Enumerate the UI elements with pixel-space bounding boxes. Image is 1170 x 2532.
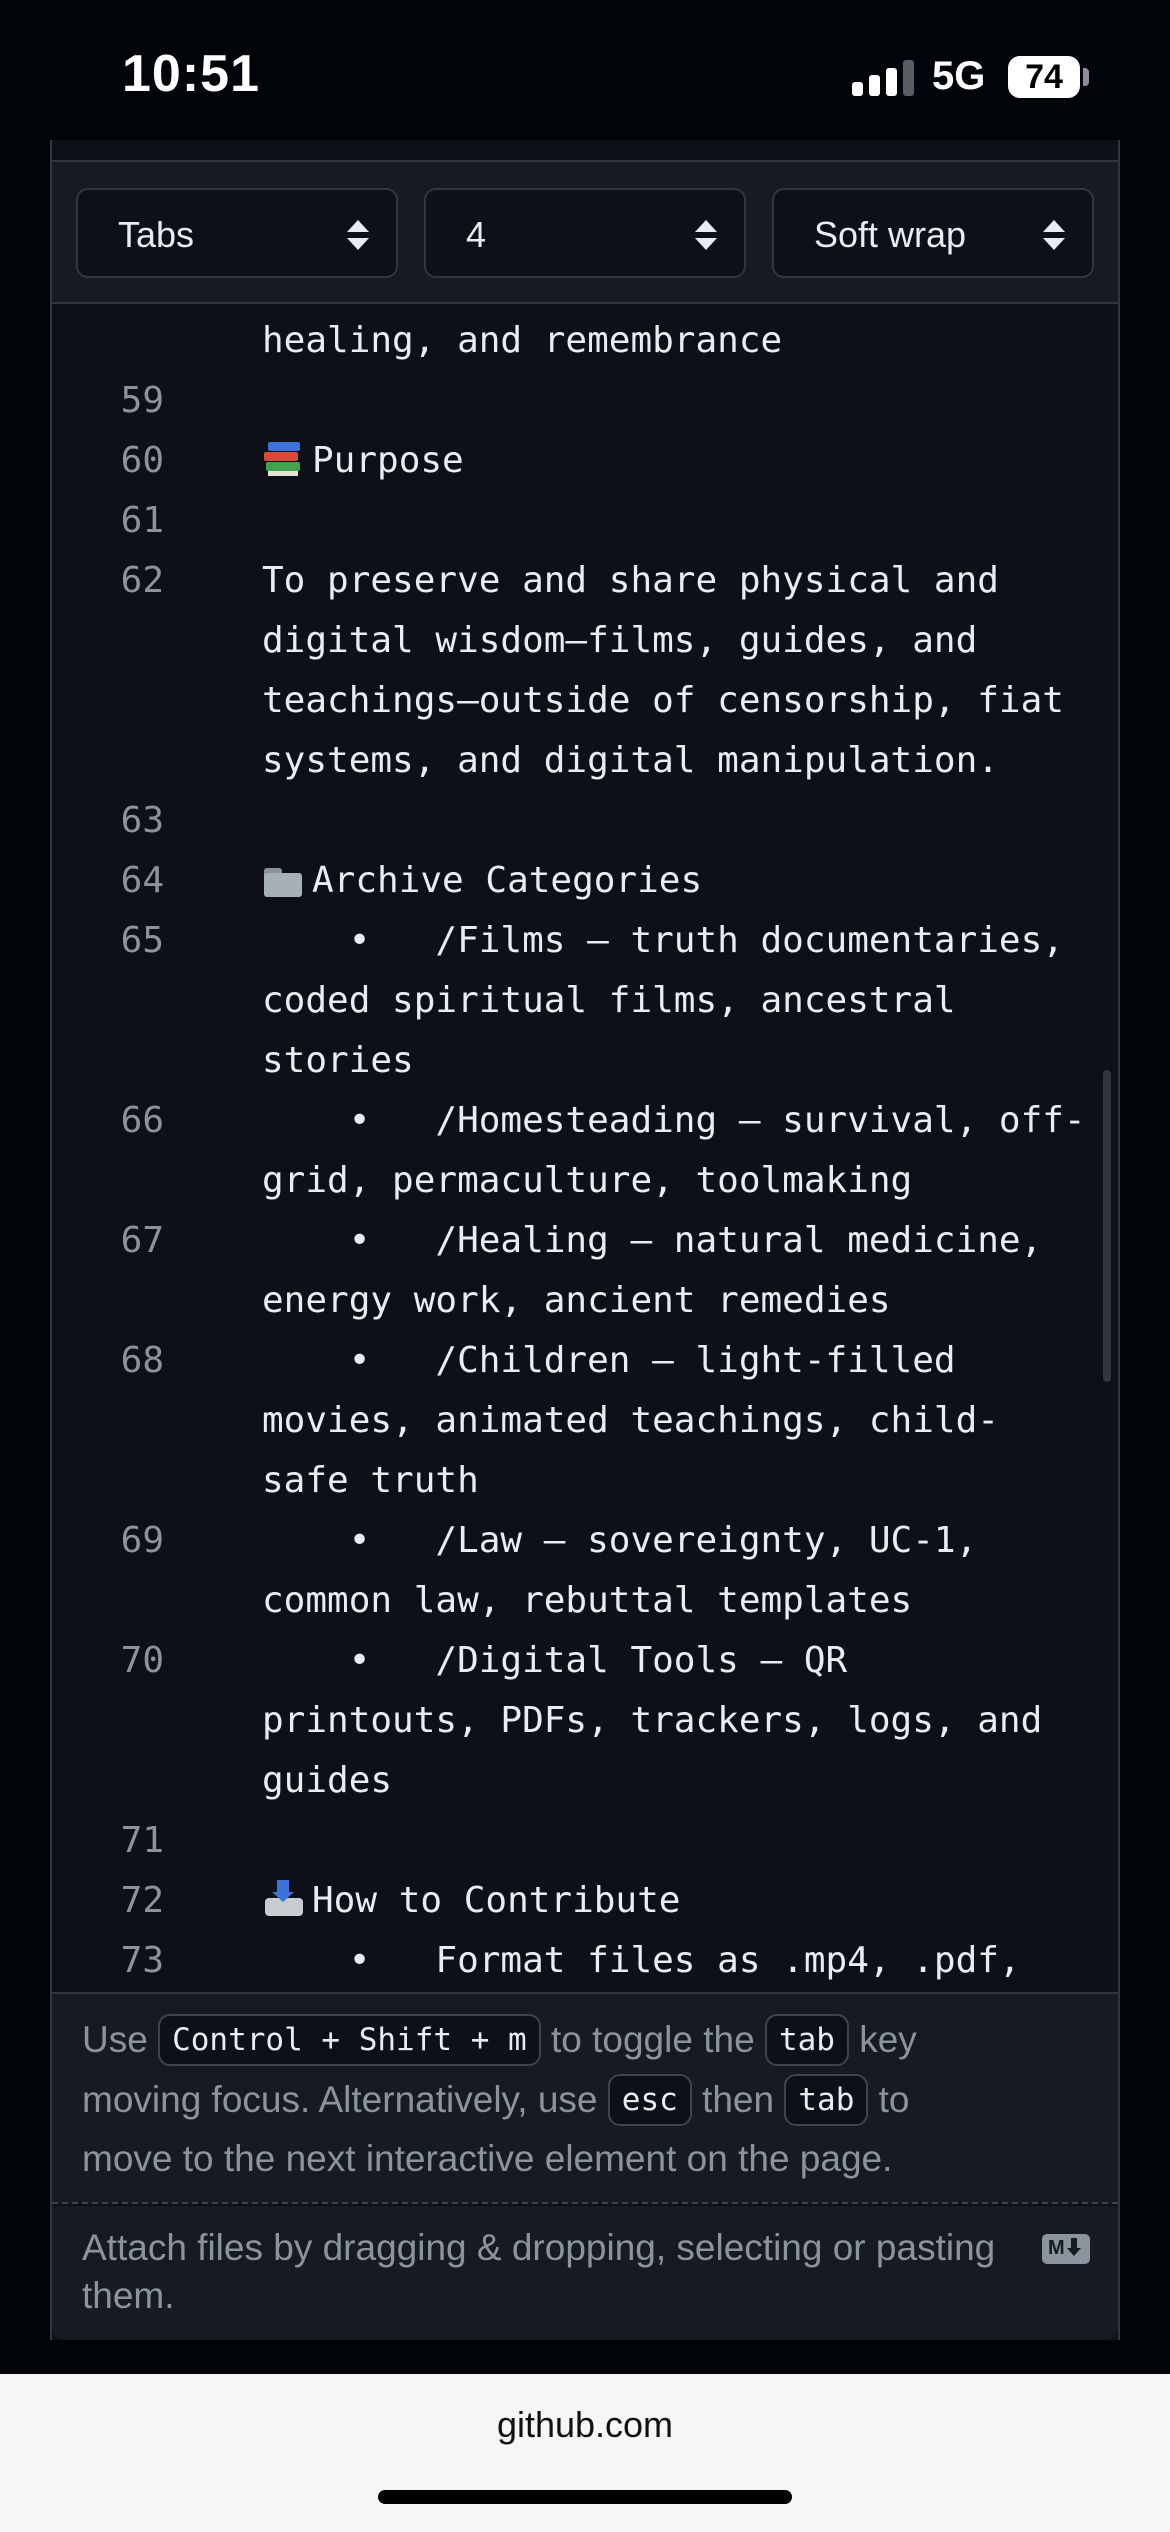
status-bar: 10:51 5G 74	[0, 0, 1170, 140]
line-text: grid, permaculture, toolmaking	[262, 1160, 913, 1201]
markdown-icon[interactable]: M	[1042, 2234, 1090, 2264]
line-text: • /Law — sovereignty, UC-1,	[262, 1520, 978, 1561]
line-number: 59	[120, 380, 164, 421]
line-text: • /Homesteading — survival, off-	[262, 1100, 1086, 1141]
esc-kbd: esc	[607, 2074, 692, 2126]
home-indicator[interactable]	[378, 2490, 792, 2504]
line-number: 66	[120, 1100, 164, 1141]
battery-nub	[1083, 68, 1089, 86]
line-text: • Format files as .mp4, .pdf,	[262, 1940, 1021, 1981]
line-text-content: Purpose	[312, 440, 464, 481]
line-text: teachings—outside of censorship, fiat	[262, 680, 1064, 721]
line-text: Archive Categories	[262, 860, 702, 901]
line-number: 71	[120, 1820, 164, 1861]
line-text: common law, rebuttal templates	[262, 1580, 913, 1621]
network-type: 5G	[932, 54, 986, 98]
line-text-content: How to Contribute	[312, 1880, 681, 1921]
editor-panel-top-edge	[50, 140, 1120, 162]
line-text: stories	[262, 1040, 414, 1081]
line-text: digital wisdom—films, guides, and	[262, 620, 978, 661]
line-text: • /Children — light-filled	[262, 1340, 956, 1381]
attach-files-area[interactable]: Attach files by dragging & dropping, sel…	[52, 2206, 1118, 2340]
editor-scrollbar[interactable]	[1103, 1070, 1111, 1382]
line-number: 60	[120, 440, 164, 481]
wrap-mode-label: Soft wrap	[814, 214, 967, 255]
line-text: healing, and remembrance	[262, 320, 783, 361]
code-editor[interactable]: healing, and remembrance 59 60 Purpose 61 62 T…	[52, 304, 1118, 1992]
line-number: 67	[120, 1220, 164, 1261]
line-number: 72	[120, 1880, 164, 1921]
line-text-content: Archive Categories	[312, 860, 703, 901]
select-arrows-icon	[346, 220, 370, 250]
line-number: 61	[120, 500, 164, 541]
books-icon	[262, 440, 304, 478]
page-background	[0, 2340, 1170, 2374]
select-arrows-icon	[1042, 220, 1066, 250]
hint-line-1: Use Control + Shift + m to toggle the ta…	[82, 2014, 917, 2066]
wrap-mode-select[interactable]: Soft wrap	[772, 188, 1094, 278]
indent-size-label: 4	[466, 214, 487, 255]
line-number: 68	[120, 1340, 164, 1381]
line-text: systems, and digital manipulation.	[262, 740, 999, 781]
line-number: 65	[120, 920, 164, 961]
select-arrows-icon	[694, 220, 718, 250]
line-text: printouts, PDFs, trackers, logs, and	[262, 1700, 1043, 1741]
line-text: Purpose	[262, 440, 464, 481]
line-number: 73	[120, 1940, 164, 1981]
browser-address-bar[interactable]: github.com	[0, 2374, 1170, 2532]
line-text: • /Healing — natural medicine,	[262, 1220, 1043, 1261]
url-text[interactable]: github.com	[0, 2404, 1170, 2446]
keyboard-hint: Use Control + Shift + m to toggle the ta…	[52, 1992, 1118, 2204]
battery-icon: 74	[1008, 56, 1080, 98]
line-text: movies, animated teachings, child-	[262, 1400, 999, 1441]
line-number: 62	[120, 560, 164, 601]
folder-icon	[262, 860, 304, 898]
line-text: energy work, ancient remedies	[262, 1280, 891, 1321]
cellular-signal-icon	[852, 60, 914, 96]
line-number: 70	[120, 1640, 164, 1681]
attach-files-text: Attach files by dragging & dropping, sel…	[82, 2227, 996, 2316]
line-text: To preserve and share physical and	[262, 560, 999, 601]
line-text: guides	[262, 1760, 393, 1801]
line-number: 64	[120, 860, 164, 901]
status-time: 10:51	[122, 45, 260, 103]
editor-toolbar: Tabs 4 Soft wrap	[50, 162, 1120, 304]
indent-mode-label: Tabs	[118, 214, 195, 255]
line-text: • /Digital Tools — QR	[262, 1640, 848, 1681]
indent-mode-select[interactable]: Tabs	[76, 188, 398, 278]
shortcut-kbd: Control + Shift + m	[158, 2014, 541, 2066]
tab-kbd: tab	[784, 2074, 869, 2126]
hint-line-3: move to the next interactive element on …	[82, 2138, 893, 2179]
hint-line-2: moving focus. Alternatively, use esc the…	[82, 2074, 910, 2126]
line-text: How to Contribute	[262, 1880, 680, 1921]
line-text: coded spiritual films, ancestral	[262, 980, 956, 1021]
line-text: safe truth	[262, 1460, 479, 1501]
outbox-tray-icon	[262, 1880, 304, 1918]
indent-size-select[interactable]: 4	[424, 188, 746, 278]
line-number: 63	[120, 800, 164, 841]
line-number: 69	[120, 1520, 164, 1561]
line-text: • /Films — truth documentaries,	[262, 920, 1064, 961]
tab-kbd: tab	[764, 2014, 849, 2066]
